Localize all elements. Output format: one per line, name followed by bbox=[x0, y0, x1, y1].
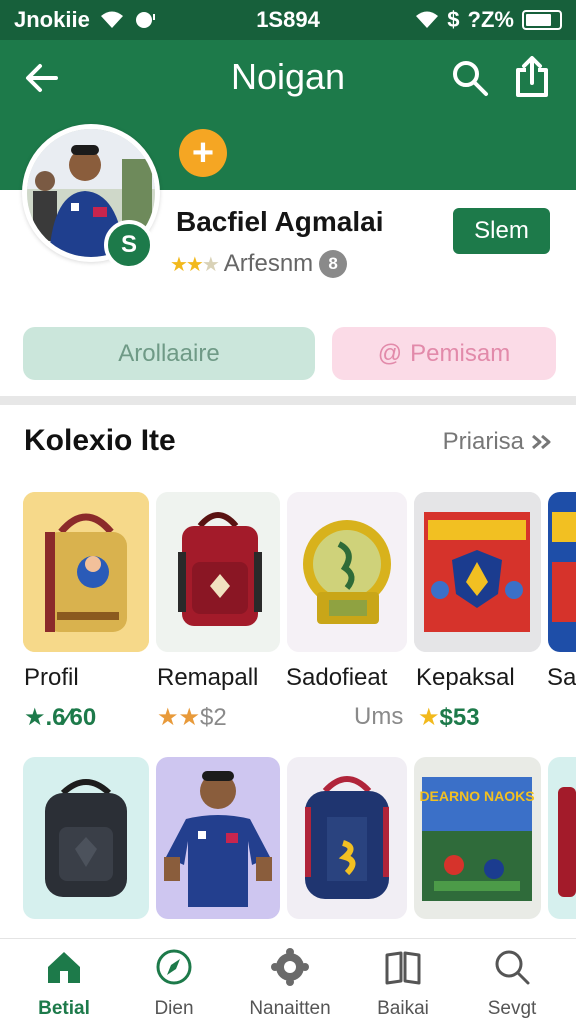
status-bar: Jnokiie 1S894 $ ?Z% bbox=[0, 0, 576, 40]
see-all-link[interactable]: Priarisa bbox=[443, 428, 554, 456]
rating-row: ★★★ Arfesnm 8 bbox=[170, 250, 348, 278]
home-icon bbox=[48, 952, 80, 983]
see-all-label: Priarisa bbox=[442, 428, 524, 455]
product-image[interactable] bbox=[23, 492, 149, 652]
verified-badge: S bbox=[104, 220, 154, 270]
item-title: Kepaksal bbox=[416, 664, 515, 691]
tab-label: Betial bbox=[38, 998, 90, 1019]
tab-home[interactable]: Betial bbox=[14, 947, 114, 1020]
item-price: ★$53 bbox=[418, 704, 480, 731]
product-image[interactable] bbox=[548, 757, 576, 919]
product-image[interactable]: DEARNO NAOKS bbox=[414, 757, 541, 919]
compass-icon bbox=[156, 949, 192, 985]
book-icon bbox=[385, 951, 421, 985]
rating-stars: ★★★ bbox=[170, 253, 220, 276]
battery-percent: ?Z% bbox=[467, 7, 514, 32]
tab-settings[interactable]: Nanaitten bbox=[240, 947, 340, 1020]
product-image[interactable] bbox=[414, 492, 541, 652]
tab-label: Nanaitten bbox=[249, 998, 331, 1019]
product-image[interactable] bbox=[548, 492, 576, 652]
item-price: ★.6∕60 bbox=[24, 704, 97, 731]
chevron-right-icon bbox=[532, 434, 551, 450]
bottom-tab-bar: Betial Dien Nanaitten Baikai Sevgt bbox=[0, 938, 576, 1024]
profile-name: Bacfiel Agmalai bbox=[176, 206, 384, 237]
tab-label: Baikai bbox=[377, 998, 429, 1019]
secondary-action-label: Pemisam bbox=[410, 339, 511, 367]
item-title: Profil bbox=[24, 664, 79, 691]
battery-icon bbox=[522, 10, 562, 30]
add-photo-button[interactable]: + bbox=[179, 129, 227, 177]
profile-handle: Arfesnm bbox=[223, 250, 314, 277]
info-icon[interactable]: 8 bbox=[319, 250, 348, 278]
at-icon: @ bbox=[377, 339, 403, 367]
product-image[interactable] bbox=[156, 757, 280, 919]
item-price: Ums bbox=[354, 703, 404, 730]
item-price: ★★$2 bbox=[157, 704, 227, 731]
search-icon[interactable] bbox=[450, 58, 490, 98]
tab-search[interactable]: Sevgt bbox=[462, 947, 562, 1020]
settings-icon bbox=[271, 948, 309, 986]
tab-label: Dien bbox=[154, 998, 194, 1019]
section-divider bbox=[0, 396, 576, 405]
star-icon: ★ bbox=[24, 704, 46, 731]
box-title: DEARNO NAOKS bbox=[419, 788, 534, 804]
star-icon: ★★ bbox=[157, 704, 201, 731]
bluetooth-icon: $ bbox=[447, 7, 460, 32]
tab-explore[interactable]: Dien bbox=[124, 947, 224, 1020]
star-icon: ★ bbox=[418, 704, 440, 731]
product-image[interactable] bbox=[23, 757, 149, 919]
section-title: Kolexio Ite bbox=[24, 424, 176, 457]
product-image[interactable] bbox=[287, 492, 407, 652]
follow-button[interactable]: Slem bbox=[453, 208, 550, 254]
item-title: Sap bbox=[547, 664, 576, 691]
secondary-action-button[interactable]: @ Pemisam bbox=[332, 327, 556, 380]
share-icon[interactable] bbox=[512, 56, 552, 98]
wifi-icon bbox=[416, 11, 439, 28]
primary-action-label: Arollaaire bbox=[118, 339, 220, 367]
primary-action-button[interactable]: Arollaaire bbox=[23, 327, 315, 380]
item-title: Sadofieat bbox=[286, 664, 388, 691]
product-image[interactable] bbox=[156, 492, 280, 652]
tab-library[interactable]: Baikai bbox=[353, 947, 453, 1020]
item-title: Remapall bbox=[157, 664, 259, 691]
search-icon bbox=[495, 950, 530, 985]
product-image[interactable] bbox=[287, 757, 407, 919]
app-bar: Noigan bbox=[0, 40, 576, 116]
tab-label: Sevgt bbox=[487, 998, 537, 1019]
